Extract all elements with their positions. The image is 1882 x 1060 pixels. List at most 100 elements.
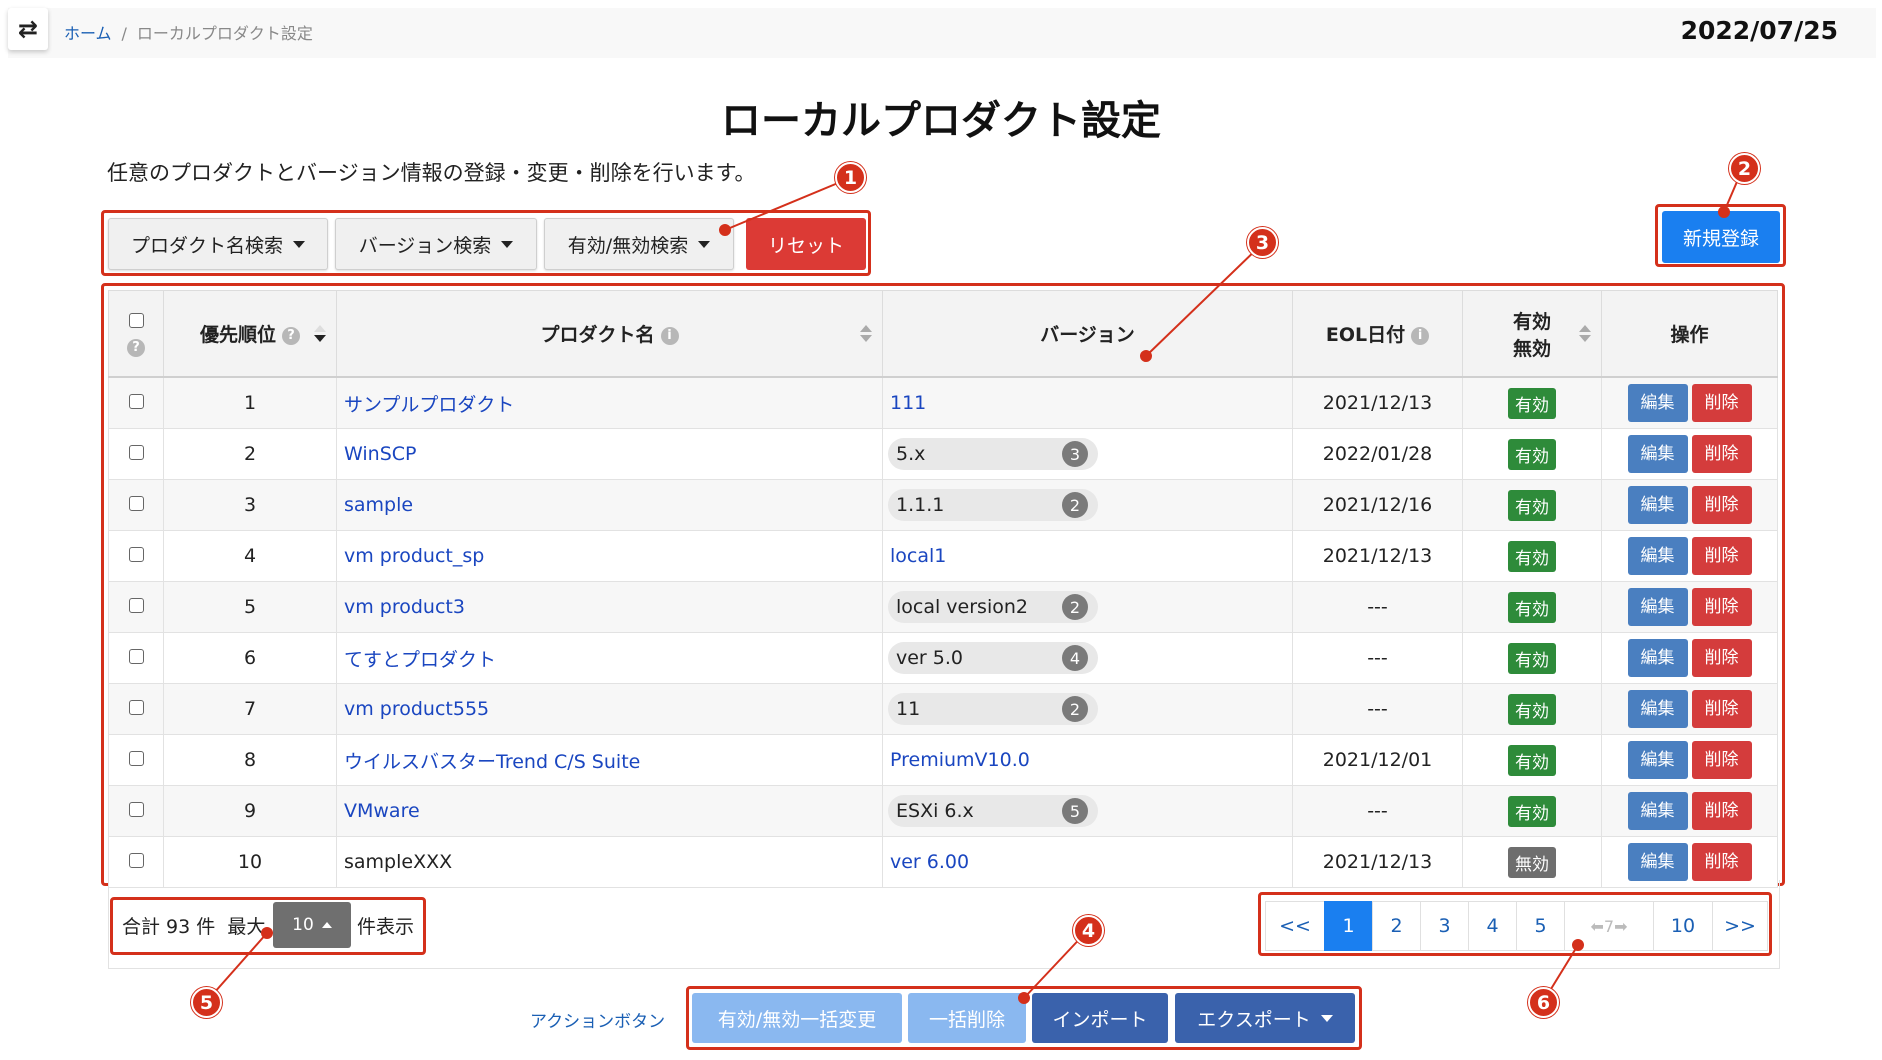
max-label: 最大 — [227, 916, 266, 938]
row-checkbox[interactable] — [128, 802, 144, 817]
delete-button[interactable]: 削除 — [1691, 639, 1752, 677]
annotation-marker-3: 3 — [1247, 227, 1278, 258]
pagination-page-1[interactable]: 1 — [1324, 901, 1373, 951]
version-pill[interactable]: ver 5.0 4 — [888, 642, 1098, 674]
version-cell: PremiumV10.0 — [882, 734, 1293, 786]
total-count: 合計 93 件 最大 — [122, 912, 265, 939]
version-cell: 5.x 3 — [882, 428, 1293, 480]
version-link[interactable]: 111 — [890, 392, 926, 414]
header-priority[interactable]: 優先順位? — [163, 290, 337, 378]
version-pill[interactable]: local version2 2 — [888, 591, 1098, 623]
edit-button[interactable]: 編集 — [1627, 435, 1688, 473]
row-checkbox[interactable] — [128, 394, 144, 409]
pagination: << 1 2 3 4 5 ⬅7➡ 10 >> — [1265, 901, 1768, 951]
version-text: 11 — [896, 698, 921, 720]
row-checkbox[interactable] — [128, 496, 144, 511]
table-row: 2 WinSCP 5.x 3 2022/01/28 有効 編集 削除 — [108, 428, 1778, 480]
actions-cell: 編集 削除 — [1601, 734, 1778, 786]
product-name-link[interactable]: vm product555 — [344, 698, 489, 720]
version-pill[interactable]: 1.1.1 2 — [888, 489, 1098, 521]
delete-button[interactable]: 削除 — [1691, 792, 1752, 830]
row-checkbox[interactable] — [128, 598, 144, 613]
status-badge: 有効 — [1508, 489, 1556, 521]
status-badge: 有効 — [1508, 387, 1556, 419]
sort-icon[interactable] — [860, 325, 872, 345]
sort-desc-icon[interactable] — [314, 325, 326, 345]
header-status[interactable]: 有効 無効 — [1462, 290, 1602, 378]
version-count-badge: 4 — [1062, 645, 1088, 671]
edit-button[interactable]: 編集 — [1627, 792, 1688, 830]
priority-cell: 9 — [163, 785, 337, 837]
product-cell: vm product_sp — [336, 530, 883, 582]
delete-button[interactable]: 削除 — [1691, 588, 1752, 626]
annotation-box-new — [1655, 204, 1786, 267]
row-checkbox[interactable] — [128, 700, 144, 715]
eol-cell: 2021/12/16 — [1292, 479, 1463, 531]
version-link[interactable]: local1 — [890, 545, 946, 567]
sort-icon[interactable] — [1579, 325, 1591, 345]
header-actions-label: 操作 — [1670, 324, 1709, 346]
edit-button[interactable]: 編集 — [1627, 690, 1688, 728]
bulk-delete-button[interactable]: 一括削除 — [908, 993, 1026, 1043]
version-link[interactable]: ver 6.00 — [890, 851, 969, 873]
product-name-link[interactable]: サンプルプロダクト — [344, 394, 514, 416]
product-name-link[interactable]: WinSCP — [344, 443, 416, 465]
breadcrumb: ホーム / ローカルプロダクト設定 — [64, 20, 313, 44]
swap-arrows-icon[interactable]: ⇄ — [8, 8, 48, 50]
status-cell: 有効 — [1462, 581, 1602, 633]
edit-button[interactable]: 編集 — [1627, 486, 1688, 524]
pagination-page-4[interactable]: 4 — [1468, 901, 1517, 951]
select-all-checkbox[interactable] — [128, 312, 144, 328]
product-name-link[interactable]: VMware — [344, 800, 420, 822]
header-product[interactable]: プロダクト名 i — [336, 290, 883, 378]
page-size-dropdown[interactable]: 10 — [273, 902, 351, 948]
version-pill[interactable]: 11 2 — [888, 693, 1098, 725]
product-name-link[interactable]: vm product3 — [344, 596, 465, 618]
status-cell: 有効 — [1462, 428, 1602, 480]
delete-button[interactable]: 削除 — [1691, 843, 1752, 881]
delete-button[interactable]: 削除 — [1691, 435, 1752, 473]
product-name-link[interactable]: vm product_sp — [344, 545, 484, 567]
annotation-marker-4: 4 — [1073, 915, 1104, 946]
export-dropdown[interactable]: エクスポート — [1175, 993, 1355, 1043]
delete-button[interactable]: 削除 — [1691, 384, 1752, 422]
status-cell: 有効 — [1462, 530, 1602, 582]
product-name-link[interactable]: ウイルスバスターTrend C/S Suite — [344, 751, 640, 773]
pagination-next[interactable]: >> — [1712, 901, 1768, 951]
edit-button[interactable]: 編集 — [1627, 588, 1688, 626]
row-checkbox[interactable] — [128, 751, 144, 766]
page-size-value: 10 — [292, 915, 314, 935]
bulk-status-button[interactable]: 有効/無効一括変更 — [692, 993, 902, 1043]
import-button[interactable]: インポート — [1032, 993, 1168, 1043]
edit-button[interactable]: 編集 — [1627, 741, 1688, 779]
edit-button[interactable]: 編集 — [1627, 843, 1688, 881]
help-icon: ? — [282, 326, 300, 345]
product-name-link[interactable]: てすとプロダクト — [344, 649, 496, 671]
product-name-link[interactable]: sample — [344, 494, 413, 516]
pagination-page-2[interactable]: 2 — [1372, 901, 1421, 951]
edit-button[interactable]: 編集 — [1627, 639, 1688, 677]
pagination-prev[interactable]: << — [1265, 901, 1325, 951]
pagination-page-5[interactable]: 5 — [1516, 901, 1565, 951]
row-checkbox[interactable] — [128, 445, 144, 460]
row-checkbox[interactable] — [128, 853, 144, 868]
status-badge: 有効 — [1508, 693, 1556, 725]
edit-button[interactable]: 編集 — [1627, 537, 1688, 575]
breadcrumb-home-link[interactable]: ホーム — [64, 24, 112, 43]
delete-button[interactable]: 削除 — [1691, 486, 1752, 524]
table-body: 1 サンプルプロダクト 111 2021/12/13 有効 編集 削除 2 Win… — [108, 376, 1778, 888]
table-row: 3 sample 1.1.1 2 2021/12/16 有効 編集 削除 — [108, 479, 1778, 531]
version-pill[interactable]: 5.x 3 — [888, 438, 1098, 470]
edit-button[interactable]: 編集 — [1627, 384, 1688, 422]
pagination-page-3[interactable]: 3 — [1420, 901, 1469, 951]
row-checkbox[interactable] — [128, 649, 144, 664]
delete-button[interactable]: 削除 — [1691, 741, 1752, 779]
version-link[interactable]: PremiumV10.0 — [890, 749, 1030, 771]
delete-button[interactable]: 削除 — [1691, 537, 1752, 575]
delete-button[interactable]: 削除 — [1691, 690, 1752, 728]
version-pill[interactable]: ESXi 6.x 5 — [888, 795, 1098, 827]
pagination-last[interactable]: 10 — [1653, 901, 1713, 951]
actions-cell: 編集 削除 — [1601, 683, 1778, 735]
row-checkbox[interactable] — [128, 547, 144, 562]
page-title: ローカルプロダクト設定 — [721, 98, 1161, 144]
